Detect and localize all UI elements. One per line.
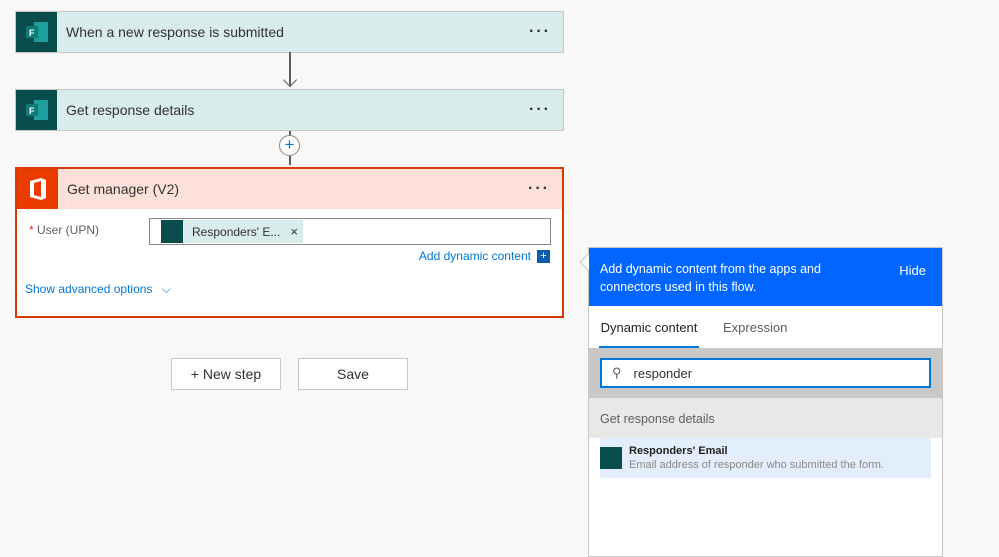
svg-text:F: F bbox=[29, 106, 35, 116]
forms-icon: F bbox=[16, 12, 57, 52]
tab-expression[interactable]: Expression bbox=[699, 306, 787, 348]
tab-dynamic-content[interactable]: Dynamic content bbox=[599, 306, 699, 348]
add-dynamic-content-link[interactable]: Add dynamic content + bbox=[419, 249, 550, 263]
forms-icon bbox=[600, 447, 622, 469]
list-item-responders-email[interactable]: Responders' Email Email address of respon… bbox=[600, 438, 931, 478]
dynamic-token: Responders' E... × bbox=[161, 220, 303, 243]
add-dynamic-label: Add dynamic content bbox=[418, 249, 531, 263]
search-value: responder bbox=[633, 365, 693, 381]
show-advanced-options[interactable]: Show advanced options ⌵ bbox=[25, 282, 171, 297]
field-label: User (UPN) bbox=[37, 223, 100, 237]
get-response-card[interactable]: F Get response details ··· bbox=[15, 89, 564, 131]
section-header: Get response details bbox=[589, 398, 942, 438]
dynamic-content-panel: Add dynamic content from the apps and co… bbox=[579, 247, 943, 557]
item-title: Responders' Email bbox=[629, 445, 728, 457]
advanced-label: Show advanced options bbox=[25, 282, 153, 296]
plus-icon: + bbox=[537, 249, 550, 263]
forms-icon bbox=[161, 220, 183, 243]
hide-button[interactable]: Hide bbox=[899, 262, 926, 280]
new-step-button[interactable]: + New step bbox=[171, 358, 281, 390]
remove-token-button[interactable]: × bbox=[290, 224, 298, 239]
forms-icon: F bbox=[16, 90, 57, 130]
trigger-card[interactable]: F When a new response is submitted ··· bbox=[15, 11, 564, 53]
save-button[interactable]: Save bbox=[298, 358, 408, 390]
arrow-head bbox=[282, 72, 298, 88]
more-options-button[interactable]: ··· bbox=[529, 101, 551, 119]
item-description: Email address of responder who submitted… bbox=[629, 459, 884, 471]
chevron-down-icon: ⌵ bbox=[161, 282, 171, 296]
step-title: Get manager (V2) bbox=[67, 181, 180, 197]
more-options-button[interactable]: ··· bbox=[529, 23, 551, 41]
office-icon bbox=[17, 169, 58, 209]
token-label: Responders' E... bbox=[192, 224, 281, 239]
required-mark: * bbox=[29, 223, 34, 237]
step-title: When a new response is submitted bbox=[66, 24, 284, 40]
user-upn-input[interactable]: Responders' E... × bbox=[149, 218, 551, 245]
search-input[interactable]: ⚲ responder bbox=[600, 358, 931, 388]
insert-step-button[interactable]: + bbox=[279, 135, 300, 156]
svg-text:F: F bbox=[29, 28, 35, 38]
panel-header-text: Add dynamic content from the apps and co… bbox=[600, 262, 821, 294]
search-icon: ⚲ bbox=[612, 365, 622, 380]
get-manager-card[interactable]: Get manager (V2) ··· * User (UPN) Respond… bbox=[15, 167, 564, 318]
more-options-button[interactable]: ··· bbox=[528, 180, 550, 198]
step-title: Get response details bbox=[66, 102, 195, 118]
